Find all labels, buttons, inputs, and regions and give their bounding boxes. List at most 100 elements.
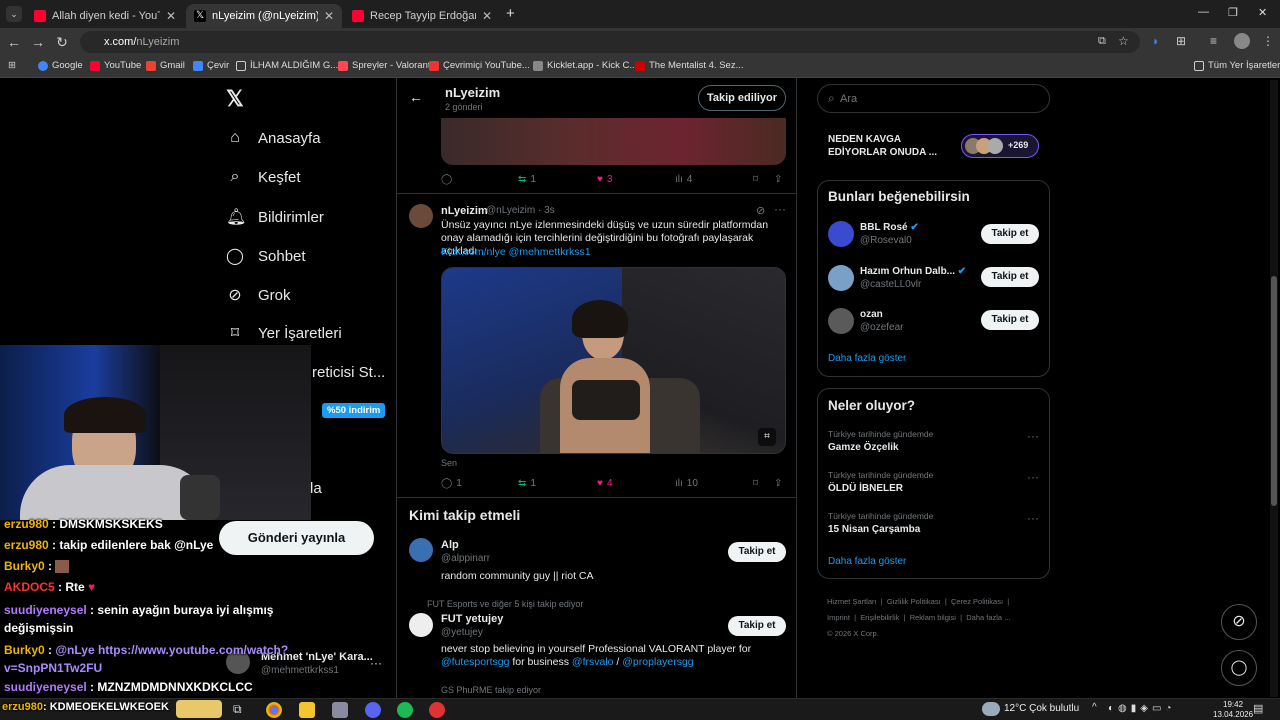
menu-icon[interactable]: ⋮ bbox=[1262, 34, 1274, 48]
close-tab-icon[interactable]: ✕ bbox=[324, 9, 334, 23]
tab-search-icon[interactable]: ⌄ bbox=[6, 6, 22, 22]
bookmark-cevir[interactable]: Çevir bbox=[193, 60, 229, 71]
back-arrow-icon[interactable]: ← bbox=[409, 89, 423, 105]
extension-icon[interactable]: ◗ bbox=[1152, 34, 1159, 48]
app-icon[interactable] bbox=[332, 702, 348, 718]
bookmark-kicklet[interactable]: Kicklet.app - Kick C... bbox=[533, 60, 637, 71]
weather-text[interactable]: 12°C Çok bulutlu bbox=[1004, 703, 1079, 714]
share-button[interactable]: ⇪ bbox=[774, 478, 782, 489]
tray-icons[interactable]: ◐◍▮◈▭◔ bbox=[1108, 703, 1175, 714]
avatar[interactable] bbox=[409, 613, 433, 637]
user-name[interactable]: Alp bbox=[441, 539, 459, 551]
footer-link[interactable]: Gizlilik Politikası bbox=[887, 597, 941, 606]
app-icon[interactable] bbox=[429, 702, 445, 718]
post-links[interactable]: Kick.com/nlye @mehmettkrkss1 bbox=[441, 246, 591, 258]
trend-item[interactable]: Türkiye tarihinde gündemde 15 Nisan Çarşa… bbox=[828, 511, 1040, 535]
post-image[interactable] bbox=[441, 118, 786, 165]
scrollbar-track[interactable] bbox=[1270, 80, 1278, 697]
footer-link[interactable]: Erişilebilirlik bbox=[860, 613, 899, 622]
bookmark-google[interactable]: Google bbox=[38, 60, 83, 71]
spotify-icon[interactable] bbox=[397, 702, 413, 718]
profile-avatar[interactable] bbox=[1234, 33, 1250, 49]
follow-button[interactable]: Takip et bbox=[981, 310, 1039, 330]
repost-button[interactable]: ⇆ 1 bbox=[518, 478, 536, 489]
bookmark-mentalist[interactable]: The Mentalist 4. Sez... bbox=[635, 60, 744, 71]
media-tag-icon[interactable]: ⌗ bbox=[758, 428, 776, 446]
bio-link[interactable]: @futesportsgg bbox=[441, 656, 509, 668]
bio-link[interactable]: @proplayersgg bbox=[622, 656, 693, 668]
x-logo-icon[interactable]: 𝕏 bbox=[226, 86, 244, 112]
footer-link[interactable]: Hizmet Şartları bbox=[827, 597, 877, 606]
close-tab-icon[interactable]: ✕ bbox=[482, 9, 492, 23]
views-button[interactable]: ılı 10 bbox=[675, 478, 698, 489]
avatar[interactable] bbox=[409, 204, 433, 228]
scrollbar-thumb[interactable] bbox=[1271, 276, 1277, 506]
tagged-user[interactable]: Sen bbox=[441, 458, 457, 468]
following-button[interactable]: Takip ediliyor bbox=[698, 85, 786, 111]
views-button[interactable]: ılı 4 bbox=[675, 174, 692, 185]
media-icon[interactable]: ≡ bbox=[1210, 34, 1217, 48]
reply-button[interactable]: ◯ bbox=[441, 174, 452, 185]
post-photo[interactable]: ⌗ bbox=[441, 267, 786, 454]
bookmark-button[interactable]: ⌑ bbox=[753, 174, 758, 185]
bookmark-all[interactable]: Tüm Yer İşaretleri bbox=[1194, 60, 1280, 71]
bookmark-button[interactable]: ⌑ bbox=[753, 478, 758, 489]
close-tab-icon[interactable]: ✕ bbox=[166, 9, 176, 23]
more-dots-icon[interactable]: ··· bbox=[1027, 429, 1039, 443]
tray-chevron-icon[interactable]: ^ bbox=[1092, 702, 1097, 713]
tab-youtube-erdogan[interactable]: Recep Tayyip Erdoğan Reis edi ✕ bbox=[344, 4, 500, 28]
post-author-name[interactable]: nLyeizim bbox=[441, 205, 488, 217]
chrome-icon[interactable] bbox=[266, 702, 282, 718]
nav-explore[interactable]: ⌕ Keşfet bbox=[226, 168, 301, 186]
like-button[interactable]: ♥ 4 bbox=[597, 478, 613, 489]
copilot-icon[interactable] bbox=[176, 700, 222, 718]
show-more-link[interactable]: Daha fazla göster bbox=[828, 556, 906, 567]
weather-icon[interactable] bbox=[982, 702, 1000, 716]
more-dots-icon[interactable]: ··· bbox=[774, 202, 786, 216]
grok-icon[interactable]: ⊘ bbox=[756, 204, 765, 217]
grok-float-button[interactable]: ⊘ bbox=[1221, 604, 1257, 640]
nav-chat[interactable]: ◯ Sohbet bbox=[226, 246, 306, 266]
nav-grok[interactable]: ⊘ Grok bbox=[226, 285, 290, 305]
bio-link[interactable]: @frsvalo bbox=[572, 656, 614, 668]
like-button[interactable]: ♥ 3 bbox=[597, 174, 613, 185]
bookmark-cevrimici[interactable]: Çevrimiçi YouTube... bbox=[429, 60, 530, 71]
footer-link[interactable]: Reklam bilgisi bbox=[910, 613, 956, 622]
nav-partial-item[interactable]: reticisi St... bbox=[312, 364, 385, 381]
notification-icon[interactable]: ▤ bbox=[1253, 702, 1263, 715]
bookmark-spreyler[interactable]: Spreyler - Valorant bbox=[338, 60, 431, 71]
bookmark-youtube[interactable]: YouTube bbox=[90, 60, 141, 71]
extensions-puzzle-icon[interactable]: ⊞ bbox=[1176, 34, 1186, 48]
space-listeners[interactable]: +269 bbox=[961, 134, 1039, 158]
follow-button[interactable]: Takip et bbox=[728, 616, 786, 636]
footer-link[interactable]: Imprint bbox=[827, 613, 850, 622]
nav-home[interactable]: ⌂ Anasayfa bbox=[226, 129, 320, 147]
install-app-icon[interactable]: ⧉ bbox=[1098, 35, 1106, 48]
maximize-button[interactable]: ❐ bbox=[1228, 6, 1238, 19]
close-window-button[interactable]: ✕ bbox=[1258, 6, 1267, 19]
bookmark-folder-ilham[interactable]: İLHAM ALDIĞIM G... bbox=[236, 60, 338, 71]
task-view-icon[interactable]: ⧉ bbox=[233, 702, 242, 717]
user-name[interactable]: FUT yetujey bbox=[441, 613, 503, 625]
follow-button[interactable]: Takip et bbox=[728, 542, 786, 562]
more-dots-icon[interactable]: ··· bbox=[370, 656, 382, 670]
tab-x-profile[interactable]: 𝕏 nLyeizim (@nLyeizim) / X ✕ bbox=[186, 4, 342, 28]
trend-item[interactable]: Türkiye tarihinde gündemde ÖLDÜ İBNELER bbox=[828, 470, 1040, 494]
trend-item[interactable]: Türkiye tarihinde gündemde Gamze Özçelik bbox=[828, 429, 1040, 453]
footer-link[interactable]: Daha fazla ... bbox=[966, 613, 1010, 622]
back-icon[interactable]: ← bbox=[2, 34, 26, 50]
avatar[interactable] bbox=[409, 538, 433, 562]
live-space-card[interactable]: NEDEN KAVGA EDİYORLAR ONUDA ... +269 bbox=[817, 122, 1050, 170]
nav-more-partial[interactable]: la bbox=[310, 480, 322, 497]
bookmark-gmail[interactable]: Gmail bbox=[146, 60, 185, 71]
footer-link[interactable]: Çerez Politikası bbox=[951, 597, 1003, 606]
repost-button[interactable]: ⇆ 1 bbox=[518, 174, 536, 185]
discord-icon[interactable] bbox=[365, 702, 381, 718]
reply-button[interactable]: ◯ 1 bbox=[441, 478, 462, 489]
follow-button[interactable]: Takip et bbox=[981, 267, 1039, 287]
new-tab-button[interactable]: + bbox=[506, 5, 515, 22]
share-button[interactable]: ⇪ bbox=[774, 174, 782, 185]
more-dots-icon[interactable]: ··· bbox=[1027, 470, 1039, 484]
follow-button[interactable]: Takip et bbox=[981, 224, 1039, 244]
bookmark-star-icon[interactable]: ☆ bbox=[1118, 34, 1129, 48]
